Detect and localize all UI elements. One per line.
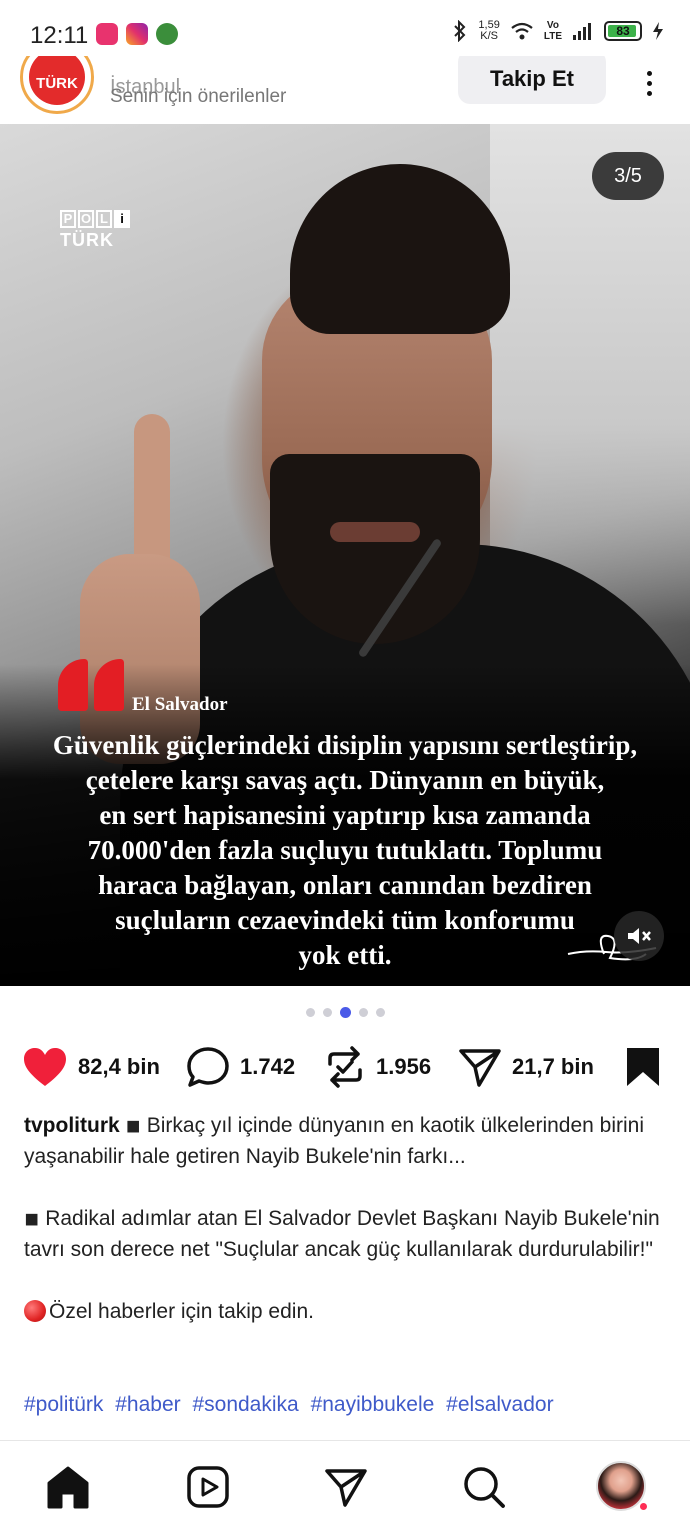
notification-dot	[638, 1501, 649, 1512]
comment-action[interactable]: 1.742	[186, 1046, 295, 1088]
post-caption: tvpoliturk ◾ Birkaç yıl içinde dünyanın …	[24, 1110, 674, 1358]
nav-direct[interactable]	[322, 1463, 370, 1511]
paper-plane-icon	[325, 1469, 367, 1507]
status-icons: 1,59 K/S Vo LTE 83	[452, 20, 664, 42]
carousel-dot	[305, 1008, 315, 1017]
heart-icon[interactable]	[22, 1046, 68, 1088]
hashtag-link[interactable]: #haber	[115, 1393, 180, 1416]
carousel-dot	[322, 1008, 332, 1017]
instagram-notification-icon	[126, 23, 148, 45]
red-circle-icon	[24, 1300, 46, 1322]
mute-button[interactable]	[614, 911, 664, 961]
nav-home[interactable]	[44, 1463, 92, 1511]
network-speed: 1,59 K/S	[478, 19, 500, 42]
follow-button[interactable]: Takip Et	[458, 56, 606, 104]
account-logo: TÜRK	[29, 56, 85, 105]
home-icon	[47, 1466, 89, 1509]
comment-count[interactable]: 1.742	[240, 1054, 295, 1080]
dot-icon	[646, 90, 652, 96]
wifi-icon	[511, 22, 533, 40]
post-actions: 82,4 bin 1.742 1.956 21,7 bin	[0, 1040, 690, 1100]
caption-username[interactable]: tvpoliturk	[24, 1114, 120, 1137]
hashtag-link[interactable]: #elsalvador	[446, 1393, 553, 1416]
post-media-carousel[interactable]: P O L i TÜRK 3/5 El Salvador Güvenlik gü…	[0, 124, 690, 986]
hashtag-link[interactable]: #sondakika	[192, 1393, 298, 1416]
quote-location-tag: El Salvador	[132, 694, 228, 715]
carousel-indicator	[0, 1007, 690, 1018]
dot-icon	[646, 70, 652, 76]
speaker-muted-icon	[628, 928, 651, 944]
bluetooth-icon	[454, 20, 466, 42]
more-options-button[interactable]	[636, 66, 662, 100]
signal-icon	[573, 23, 591, 40]
hashtag-link[interactable]: #nayibbukele	[311, 1393, 435, 1416]
caption-paragraph-1: tvpoliturk ◾ Birkaç yıl içinde dünyanın …	[24, 1110, 674, 1172]
app-notification-icon-1	[96, 23, 118, 45]
share-count[interactable]: 21,7 bin	[512, 1054, 594, 1080]
person-hair	[290, 164, 510, 334]
carousel-dot	[358, 1008, 368, 1017]
repost-action[interactable]: 1.956	[324, 1046, 431, 1088]
quote-mark-icon	[58, 659, 128, 711]
volte-indicator: Vo LTE	[543, 20, 562, 42]
search-icon	[464, 1467, 505, 1508]
share-action[interactable]: 21,7 bin	[458, 1046, 594, 1088]
bookmark-icon[interactable]	[624, 1046, 662, 1088]
politurk-watermark: P O L i TÜRK	[60, 210, 130, 251]
background-wall	[490, 124, 690, 624]
caption-hashtags: #politürk #haber #sondakika #nayibbukele…	[24, 1393, 560, 1417]
suggested-label: Senin için önerilenler	[110, 86, 287, 107]
nav-reels[interactable]	[184, 1463, 232, 1511]
battery-indicator: 83	[604, 21, 642, 41]
like-action[interactable]: 82,4 bin	[22, 1046, 160, 1088]
status-time: 12:11	[30, 22, 89, 49]
caption-text-3: Özel haberler için takip edin.	[49, 1300, 314, 1323]
repost-count[interactable]: 1.956	[376, 1054, 431, 1080]
account-avatar[interactable]: TÜRK	[20, 56, 94, 114]
carousel-dot	[375, 1008, 385, 1017]
caption-paragraph-2: ◾ Radikal adımlar atan El Salvador Devle…	[24, 1207, 660, 1261]
paper-plane-icon[interactable]	[458, 1046, 502, 1088]
caption-paragraph-3: Özel haberler için takip edin.	[24, 1296, 674, 1327]
like-count[interactable]: 82,4 bin	[78, 1054, 160, 1080]
repost-icon[interactable]	[324, 1046, 366, 1088]
carousel-dot-active	[339, 1007, 351, 1018]
nav-search[interactable]	[460, 1463, 508, 1511]
app-notification-icon-3	[156, 23, 178, 45]
post-header: TÜRK İstanbul Senin için önerilenler Tak…	[0, 56, 690, 124]
carousel-counter: 3/5	[592, 152, 664, 200]
dot-icon	[646, 80, 652, 86]
hashtag-link[interactable]: #politürk	[24, 1393, 103, 1416]
speech-bubble-icon[interactable]	[186, 1046, 230, 1088]
person-mouth	[330, 522, 420, 542]
charging-icon	[653, 22, 663, 40]
reels-icon	[187, 1466, 229, 1508]
bottom-navigation	[0, 1441, 690, 1533]
